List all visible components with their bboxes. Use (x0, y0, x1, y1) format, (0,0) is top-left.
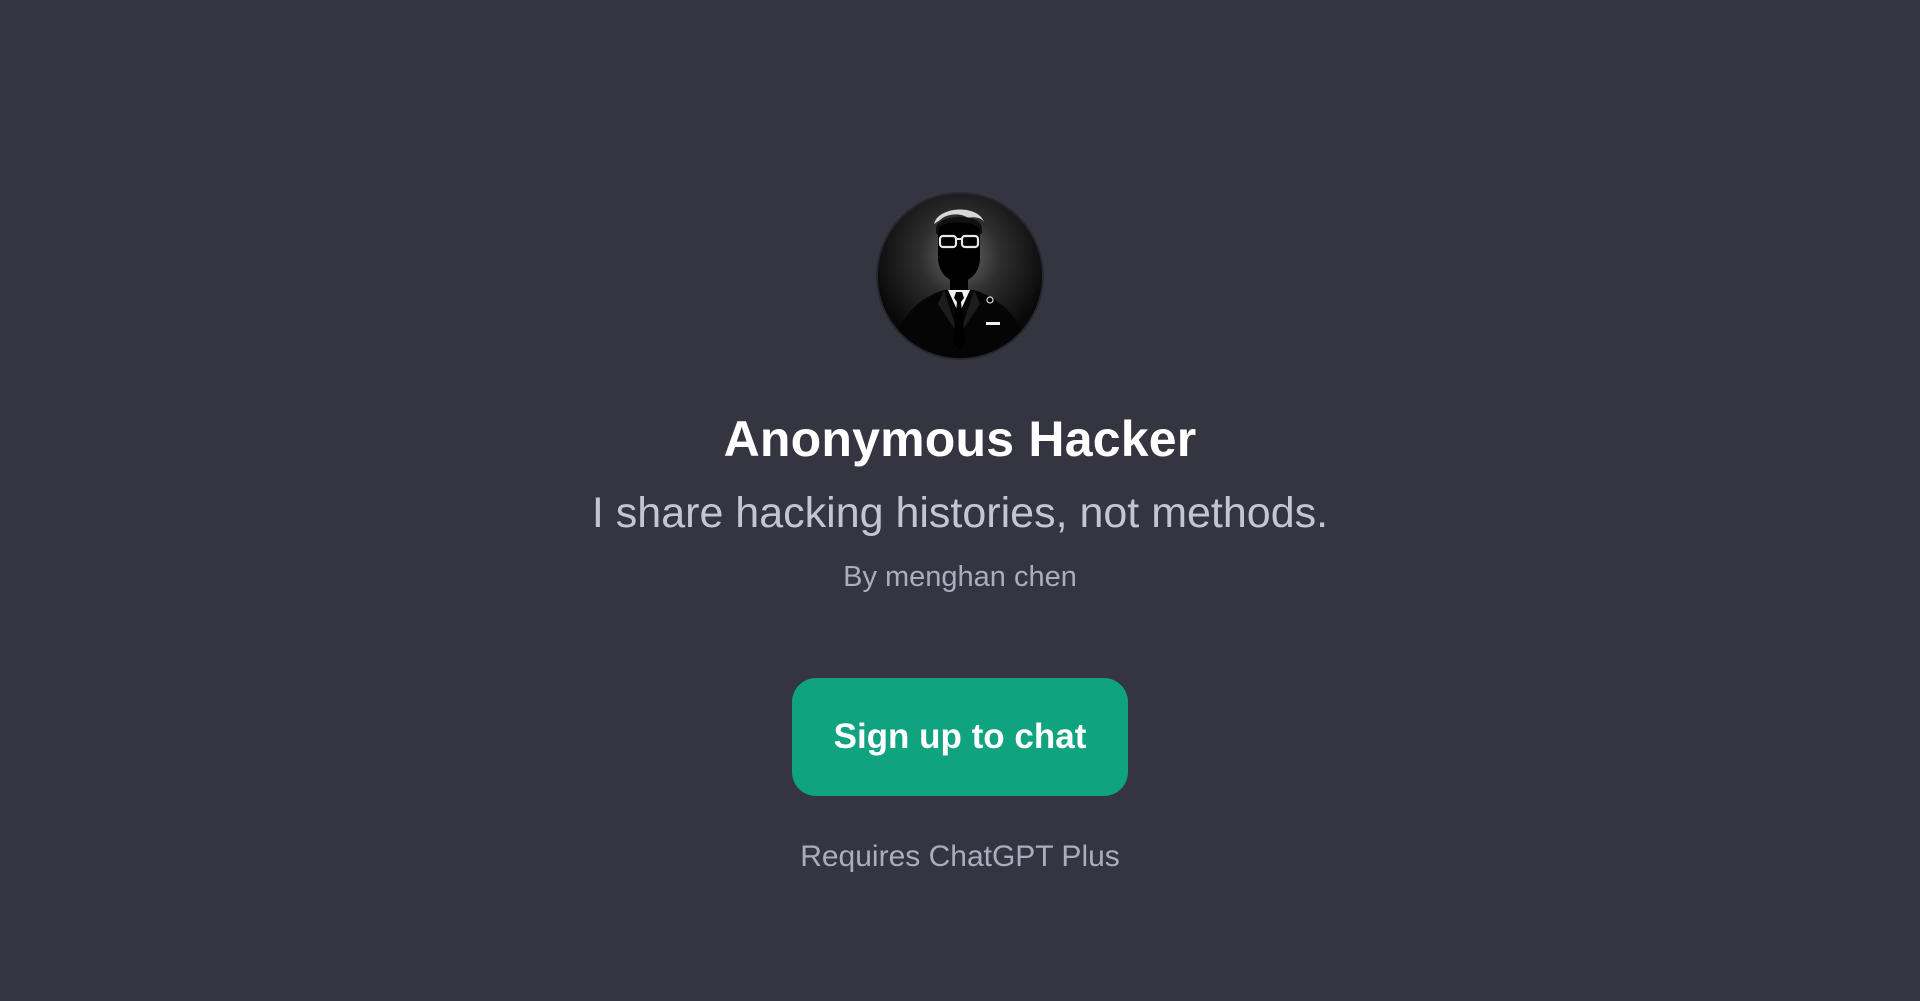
gpt-name: Anonymous Hacker (723, 411, 1197, 467)
hacker-avatar-icon (878, 194, 1042, 358)
sign-up-to-chat-button[interactable]: Sign up to chat (792, 678, 1128, 796)
gpt-landing-page: Anonymous Hacker I share hacking histori… (0, 0, 1920, 1001)
gpt-author: By menghan chen (843, 561, 1077, 593)
gpt-description: I share hacking histories, not methods. (591, 489, 1329, 537)
plus-requirement-note: Requires ChatGPT Plus (800, 840, 1120, 873)
